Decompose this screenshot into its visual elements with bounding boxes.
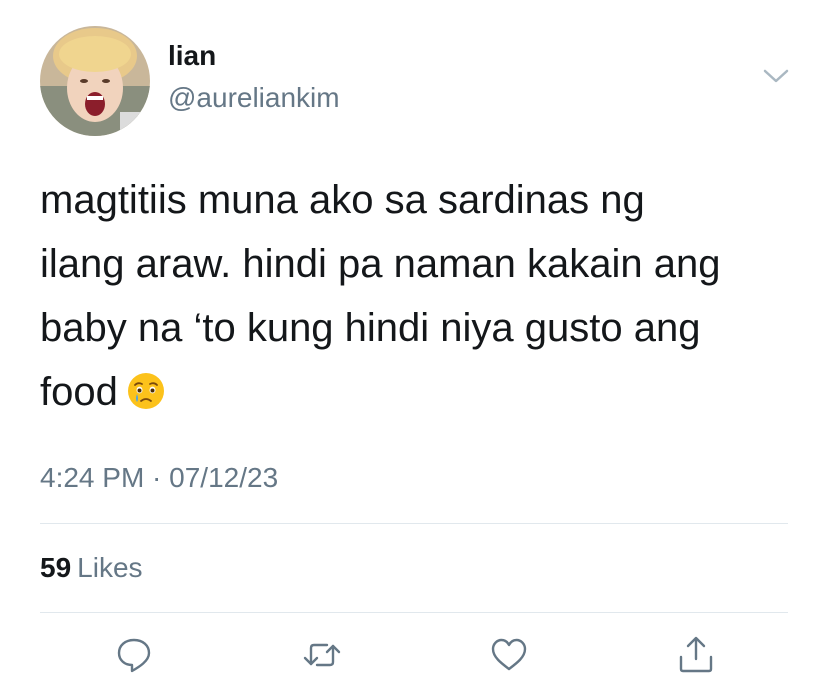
divider [40, 612, 788, 613]
tweet-text-line: ilang araw. hindi pa naman kakain ang [40, 242, 721, 286]
tweet-text-line: magtitiis muna ako sa sardinas ng [40, 178, 645, 222]
tweet-timestamp[interactable]: 4:24 PM · 07/12/23 [40, 462, 278, 494]
tweet-text: magtitiis muna ako sa sardinas ng ilang … [40, 168, 800, 424]
like-button[interactable] [487, 633, 531, 677]
avatar-image [40, 26, 150, 136]
likes-count: 59 [40, 552, 72, 583]
user-handle[interactable]: @aureliankim [168, 82, 340, 114]
likes-label: Likes [77, 552, 143, 583]
share-button[interactable] [674, 633, 718, 677]
display-name[interactable]: lian [168, 40, 216, 72]
tweet-text-line: food [40, 370, 118, 414]
divider [40, 523, 788, 524]
retweet-button[interactable] [300, 633, 344, 677]
retweet-arrows-icon [303, 643, 341, 667]
reply-button[interactable] [112, 633, 156, 677]
share-upload-icon [679, 636, 713, 673]
tweet-text-last-line: food [40, 360, 800, 424]
tweet-text-line: baby na ‘to kung hindi niya gusto ang [40, 306, 701, 350]
likes-stat[interactable]: 59 Likes [40, 552, 143, 584]
heart-icon [491, 638, 527, 671]
chevron-down-icon[interactable] [762, 66, 790, 86]
speech-bubble-icon [117, 638, 151, 673]
avatar[interactable] [40, 26, 150, 136]
face-holding-back-tears-icon [126, 366, 166, 409]
